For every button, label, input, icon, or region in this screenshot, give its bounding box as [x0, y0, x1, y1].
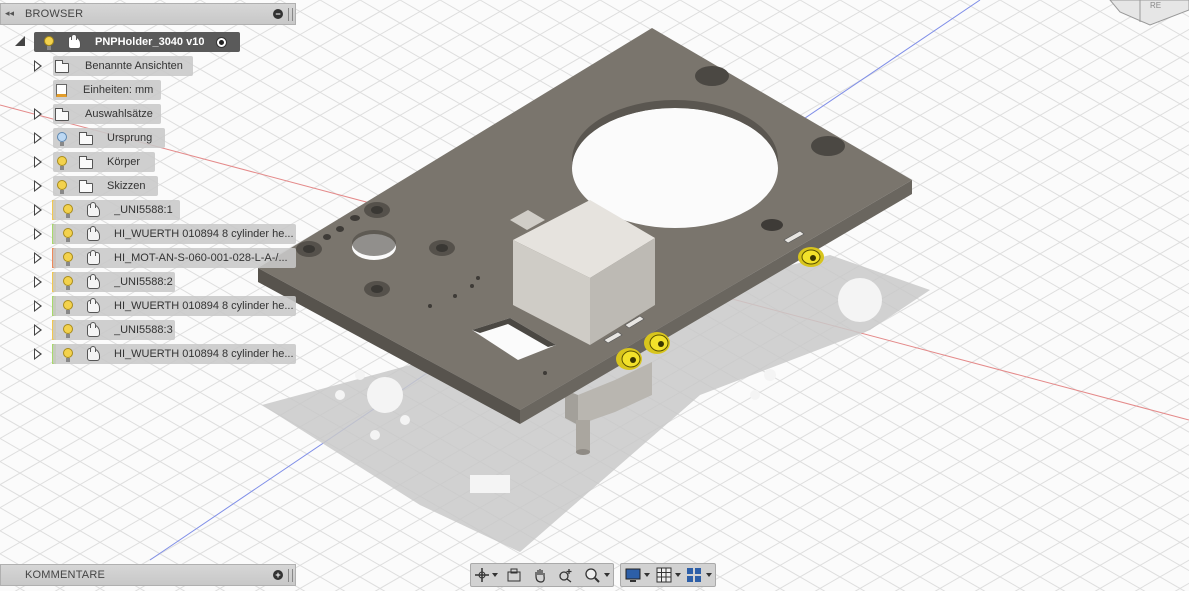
tree-item-chip[interactable]: HI_WUERTH 010894 8 cylinder he... — [53, 296, 296, 316]
visibility-bulb-icon[interactable] — [63, 323, 73, 338]
panel-grip-icon[interactable] — [288, 569, 293, 582]
visibility-bulb-icon[interactable] — [63, 347, 73, 362]
tree-item-label: HI_WUERTH 010894 8 cylinder he... — [114, 300, 294, 312]
grid-caret-icon[interactable] — [675, 573, 681, 577]
visibility-bulb-icon[interactable] — [57, 131, 67, 146]
activate-radio-icon[interactable] — [216, 36, 228, 48]
folder-icon — [79, 131, 93, 145]
tree-item-label: _UNI5588:3 — [114, 324, 173, 336]
tree-item-chip[interactable]: HI_WUERTH 010894 8 cylinder he... — [53, 224, 296, 244]
visibility-bulb-icon[interactable] — [57, 179, 67, 194]
tree-item-chip[interactable]: _UNI5588:2 — [53, 272, 175, 292]
tree-item-label: Auswahlsätze — [85, 108, 153, 120]
orbit-caret-icon[interactable] — [492, 573, 498, 577]
component-icon — [87, 225, 100, 241]
tree-item-chip[interactable]: Einheiten: mm — [53, 80, 161, 100]
tree-item-chip[interactable]: Körper — [53, 152, 155, 172]
visibility-bulb-icon[interactable] — [44, 35, 54, 50]
component-icon — [87, 297, 100, 313]
tree-item-label: HI_WUERTH 010894 8 cylinder he... — [114, 228, 294, 240]
tree-item-chip[interactable]: Ursprung — [53, 128, 165, 148]
collapse-icon[interactable]: ◂◂ — [5, 8, 14, 19]
tree-item-chip[interactable]: _UNI5588:1 — [53, 200, 180, 220]
tree-item-label: Körper — [107, 156, 141, 168]
expand-closed-icon[interactable] — [34, 252, 42, 264]
zoom-window-icon[interactable] — [583, 567, 601, 583]
visibility-bulb-icon[interactable] — [57, 155, 67, 170]
panel-grip-icon[interactable] — [288, 8, 293, 21]
visibility-bulb-icon[interactable] — [63, 299, 73, 314]
component-icon — [87, 273, 100, 289]
screw-1 — [798, 247, 824, 267]
units-icon — [56, 83, 67, 97]
tree-item-chip[interactable]: Auswahlsätze — [53, 104, 161, 124]
browser-panel-header[interactable]: ◂◂ BROWSER − — [0, 3, 296, 25]
tree-item-chip[interactable]: HI_WUERTH 010894 8 cylinder he... — [53, 344, 296, 364]
tree-item-chip[interactable]: _UNI5588:3 — [53, 320, 175, 340]
component-icon — [68, 33, 81, 49]
zoom-caret-icon[interactable] — [604, 573, 610, 577]
tree-item-chip[interactable]: Skizzen — [53, 176, 158, 196]
root-label: PNPHolder_3040 v10 — [95, 36, 205, 48]
minimize-icon[interactable]: − — [273, 9, 283, 19]
component-icon — [87, 249, 100, 265]
display-caret-icon[interactable] — [644, 573, 650, 577]
view-cube-label: RE — [1150, 1, 1161, 10]
expand-closed-icon[interactable] — [34, 300, 42, 312]
root-chip[interactable]: PNPHolder_3040 v10 — [34, 32, 240, 52]
component-icon — [87, 201, 100, 217]
viewports-caret-icon[interactable] — [706, 573, 712, 577]
component-icon — [87, 345, 100, 361]
folder-icon — [55, 59, 69, 73]
visibility-bulb-icon[interactable] — [63, 251, 73, 266]
tree-item-label: _UNI5588:2 — [114, 276, 173, 288]
expand-closed-icon[interactable] — [34, 348, 42, 360]
visibility-bulb-icon[interactable] — [63, 275, 73, 290]
display-settings-icon[interactable] — [624, 567, 642, 583]
viewports-icon[interactable] — [685, 567, 703, 583]
expand-closed-icon[interactable] — [34, 60, 42, 72]
expand-open-icon[interactable] — [15, 36, 25, 46]
tree-item-label: HI_MOT-AN-S-060-001-028-L-A-/... — [114, 252, 288, 264]
expand-closed-icon[interactable] — [34, 276, 42, 288]
tree-item-label: Einheiten: mm — [83, 84, 154, 96]
comments-panel-header[interactable]: KOMMENTARE + — [0, 564, 296, 586]
tree-item-label: _UNI5588:1 — [114, 204, 173, 216]
component-icon — [87, 321, 100, 337]
grid-icon[interactable] — [655, 567, 673, 583]
folder-icon — [79, 179, 93, 193]
comments-title: KOMMENTARE — [25, 569, 106, 581]
zoom-icon[interactable] — [557, 567, 575, 583]
orbit-icon[interactable] — [473, 567, 491, 583]
folder-icon — [79, 155, 93, 169]
expand-closed-icon[interactable] — [34, 132, 42, 144]
look-at-icon[interactable] — [505, 567, 523, 583]
browser-title: BROWSER — [25, 8, 84, 20]
tree-item-chip[interactable]: HI_MOT-AN-S-060-001-028-L-A-/... — [53, 248, 296, 268]
tree-item-label: Skizzen — [107, 180, 146, 192]
add-comment-icon[interactable]: + — [273, 570, 283, 580]
folder-icon — [55, 107, 69, 121]
screw-2 — [644, 332, 670, 354]
expand-closed-icon[interactable] — [34, 204, 42, 216]
screw-3 — [616, 348, 642, 370]
tree-item-label: Benannte Ansichten — [85, 60, 183, 72]
visibility-bulb-icon[interactable] — [63, 227, 73, 242]
tree-item-label: Ursprung — [107, 132, 153, 144]
expand-closed-icon[interactable] — [34, 108, 42, 120]
pan-icon[interactable] — [531, 567, 549, 583]
expand-closed-icon[interactable] — [34, 156, 42, 168]
tree-item-label: HI_WUERTH 010894 8 cylinder he... — [114, 348, 294, 360]
expand-closed-icon[interactable] — [34, 180, 42, 192]
visibility-bulb-icon[interactable] — [63, 203, 73, 218]
tree-item-chip[interactable]: Benannte Ansichten — [53, 56, 193, 76]
expand-closed-icon[interactable] — [34, 228, 42, 240]
expand-closed-icon[interactable] — [34, 324, 42, 336]
